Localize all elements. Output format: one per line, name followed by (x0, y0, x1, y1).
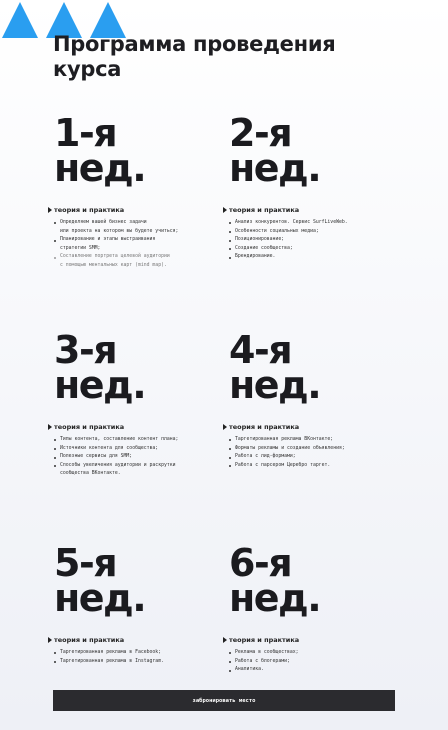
topic-list: Таргетированная реклама в Facebook; Тарг… (53, 649, 223, 666)
list-item: Позиционирование; (228, 236, 398, 245)
week-title: 5-я (54, 541, 118, 585)
week-subtitle: нед. (229, 146, 322, 190)
section-heading-label: теория и практика (54, 636, 125, 644)
list-item: Таргетированная реклама в Instagram. (53, 658, 223, 667)
list-item: Планирование и этапы выстраивания страте… (53, 236, 223, 253)
list-item: Особенности социальных медиа; (228, 228, 398, 237)
play-arrow-icon (223, 637, 227, 643)
section-heading: теория и практика (223, 206, 398, 214)
section-heading: теория и практика (223, 636, 398, 644)
section-heading: теория и практика (223, 423, 398, 431)
list-item: Анализ конкурентов. Сервис SurfLiveWeb. (228, 219, 398, 228)
week-block-2: 2-я нед. теория и практика Анализ конкур… (223, 111, 398, 262)
week-subtitle: нед. (54, 576, 147, 620)
list-item: Аналитика. (228, 666, 398, 675)
list-item: Определяем вашей бизнес задачи или проек… (53, 219, 223, 236)
list-item: Типы контента, составление контент плана… (53, 436, 223, 445)
play-arrow-icon (48, 207, 52, 213)
week-title: 3-я (54, 328, 118, 372)
section-heading-label: теория и практика (54, 206, 125, 214)
topic-list: Анализ конкурентов. Сервис SurfLiveWeb. … (228, 219, 398, 262)
week-block-5: 5-я нед. теория и практика Таргетированн… (48, 541, 223, 666)
section-heading-label: теория и практика (229, 206, 300, 214)
week-subtitle: нед. (54, 146, 147, 190)
week-title: 4-я (229, 328, 293, 372)
week-title: 2-я (229, 111, 293, 155)
section-heading-label: теория и практика (229, 636, 300, 644)
list-item: Полезные сервисы для SMM; (53, 453, 223, 462)
week-subtitle: нед. (229, 363, 322, 407)
week-block-6: 6-я нед. теория и практика Реклама в соо… (223, 541, 398, 675)
week-block-4: 4-я нед. теория и практика Таргетированн… (223, 328, 398, 470)
page-title: Программа проведения курса (53, 32, 336, 81)
list-item: Работа с лид-формами; (228, 453, 398, 462)
topic-list: Таргетированная реклама ВКонтакте; Форма… (228, 436, 398, 470)
list-item: Реклама в сообществах; (228, 649, 398, 658)
section-heading-label: теория и практика (229, 423, 300, 431)
play-arrow-icon (223, 207, 227, 213)
list-item: Составление портрета целевой аудитории с… (53, 253, 223, 270)
topic-list: Реклама в сообществах; Работа с блогерам… (228, 649, 398, 675)
list-item: Таргетированная реклама ВКонтакте; (228, 436, 398, 445)
week-subtitle: нед. (229, 576, 322, 620)
week-block-1: 1-я нед. теория и практика Определяем ва… (48, 111, 223, 271)
section-heading-label: теория и практика (54, 423, 125, 431)
section-heading: теория и практика (48, 206, 223, 214)
list-item: Работа с парсером Церебро таргет. (228, 462, 398, 471)
list-item: Способы увеличения аудитории и раскрутки… (53, 462, 223, 479)
topic-list: Определяем вашей бизнес задачи или проек… (53, 219, 223, 271)
week-title: 1-я (54, 111, 118, 155)
list-item: Создание сообщества; (228, 245, 398, 254)
play-arrow-icon (223, 424, 227, 430)
play-arrow-icon (48, 637, 52, 643)
section-heading: теория и практика (48, 423, 223, 431)
list-item: Работа с блогерами; (228, 658, 398, 667)
topic-list: Типы контента, составление контент плана… (53, 436, 223, 479)
list-item: Форматы рекламы и создание объявления; (228, 445, 398, 454)
week-subtitle: нед. (54, 363, 147, 407)
section-heading: теория и практика (48, 636, 223, 644)
week-block-3: 3-я нед. теория и практика Типы контента… (48, 328, 223, 479)
list-item: Брендирование. (228, 253, 398, 262)
book-seat-button[interactable]: забронировать место (53, 690, 395, 711)
list-item: Таргетированная реклама в Facebook; (53, 649, 223, 658)
week-title: 6-я (229, 541, 293, 585)
triangle-icon (2, 2, 38, 38)
list-item: Источники контента для сообщества; (53, 445, 223, 454)
play-arrow-icon (48, 424, 52, 430)
